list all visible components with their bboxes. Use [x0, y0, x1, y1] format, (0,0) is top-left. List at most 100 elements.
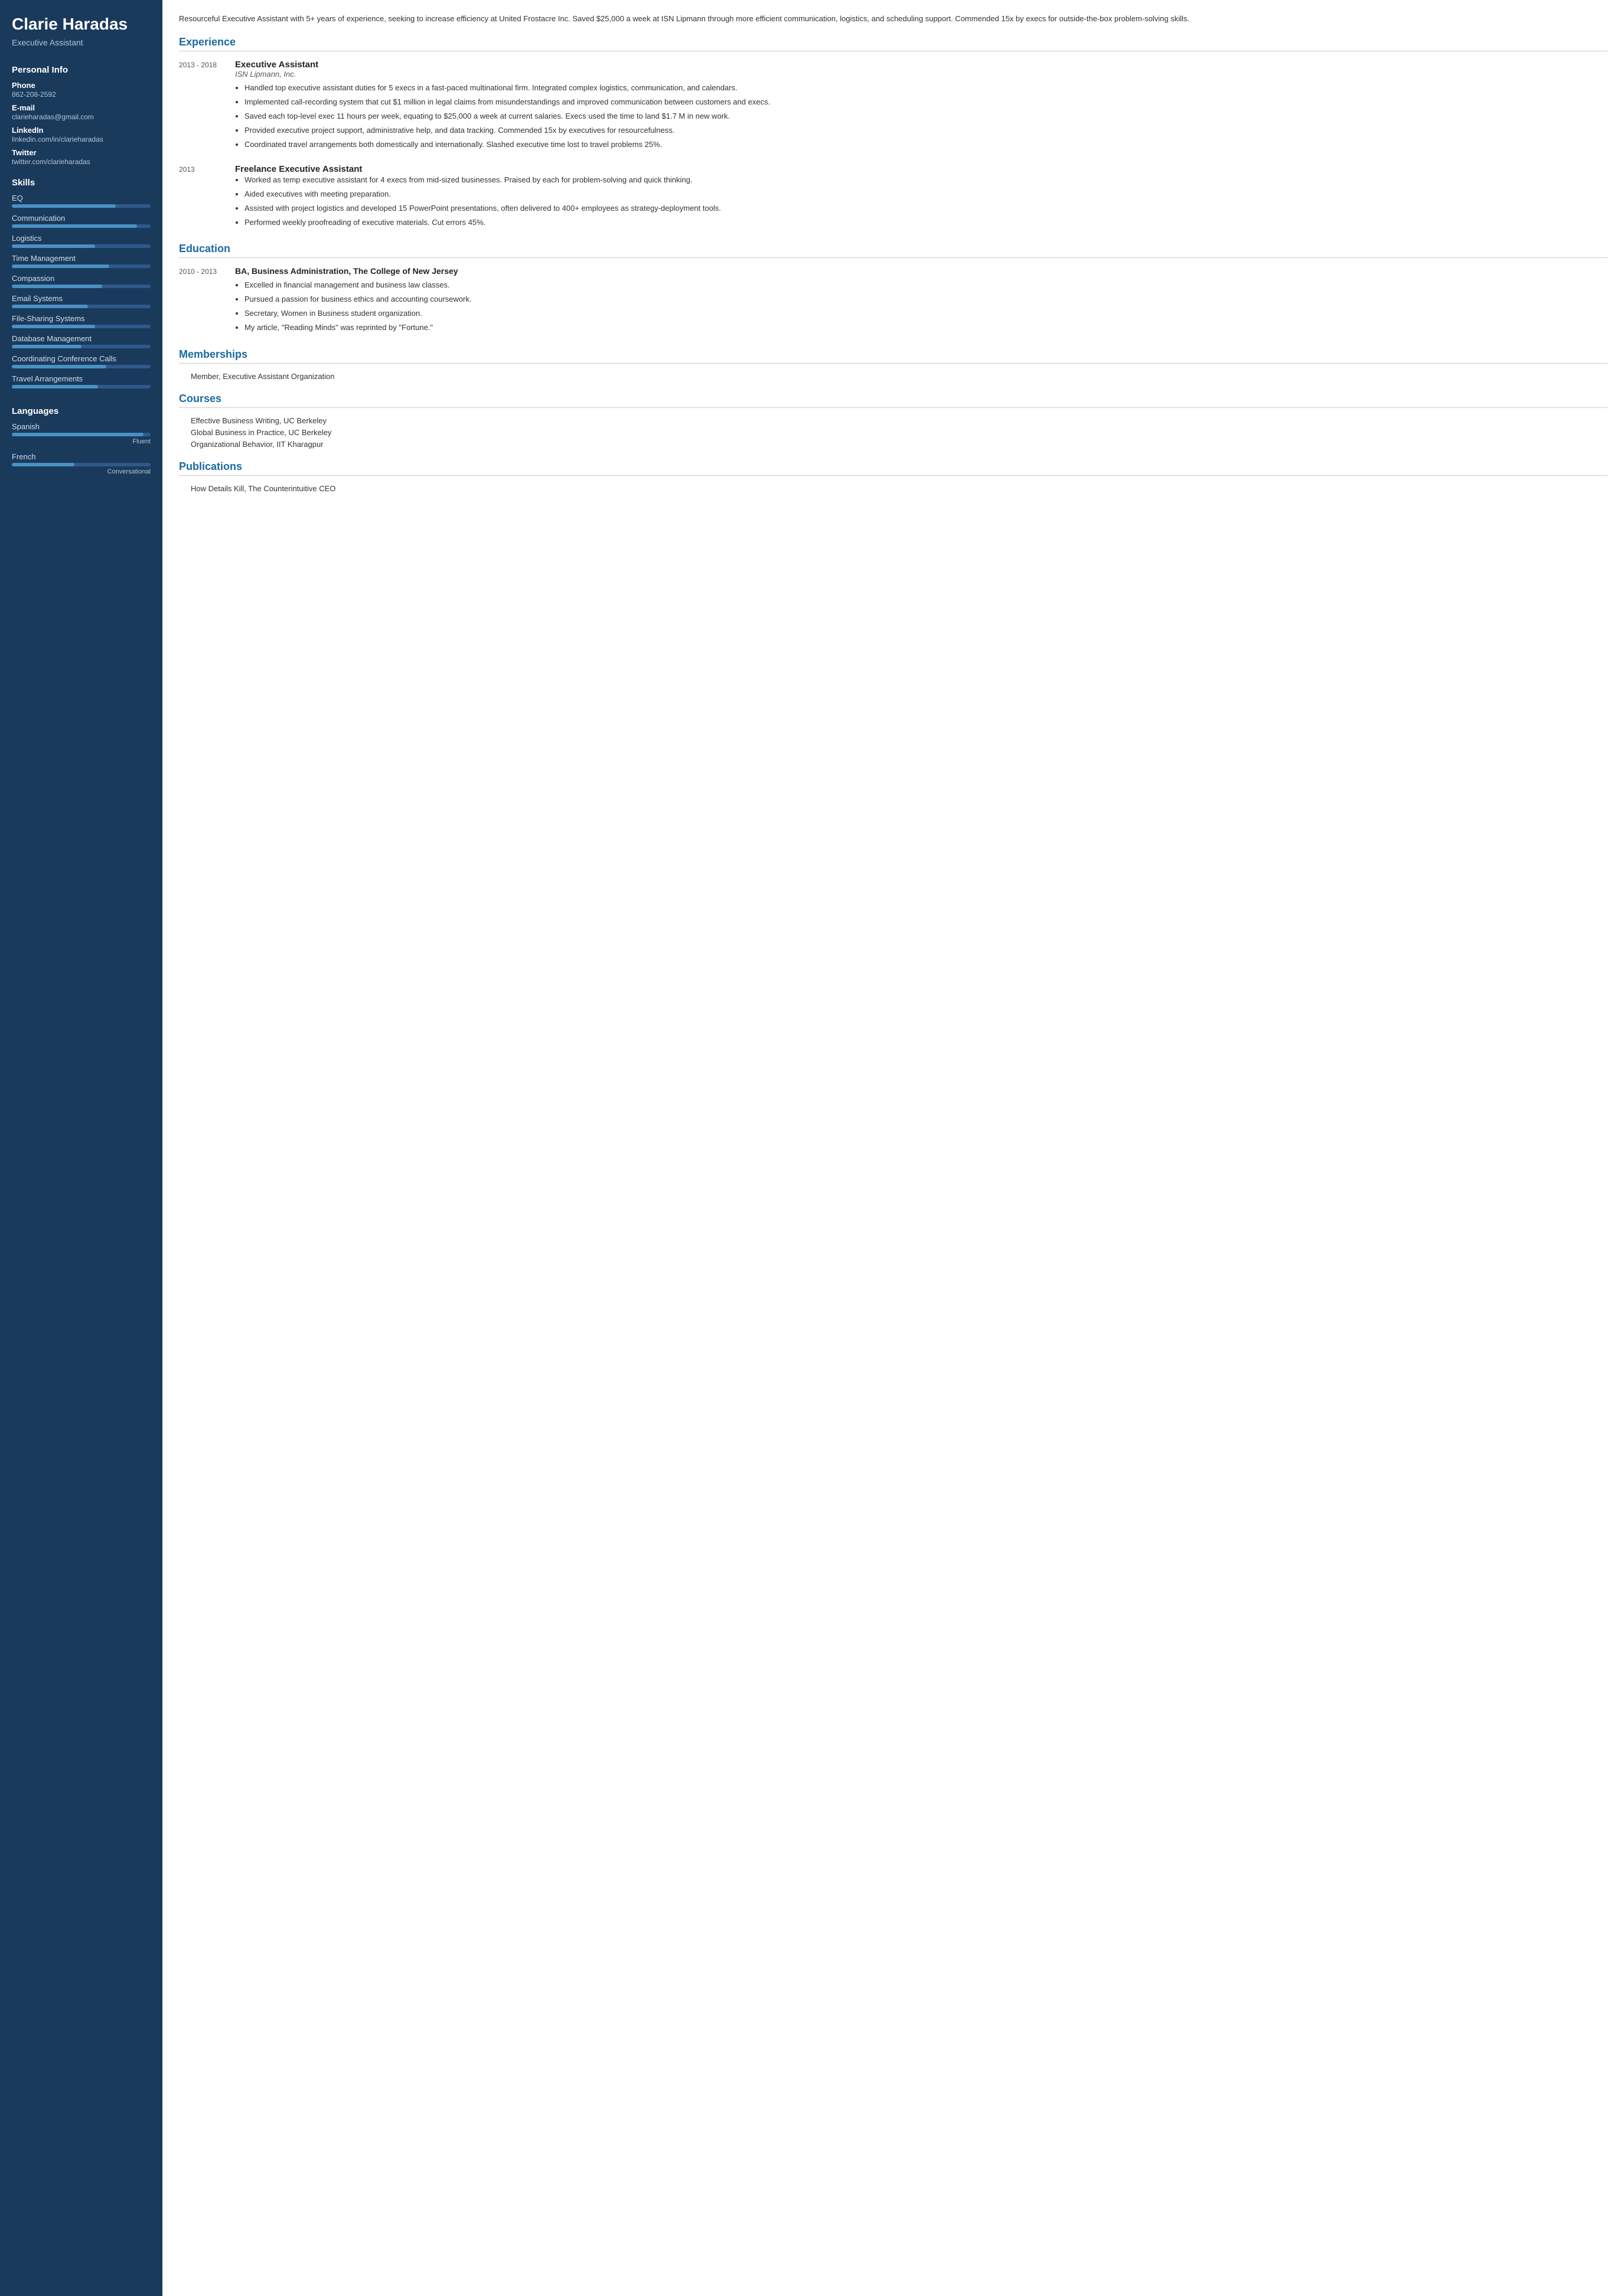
courses-list: Effective Business Writing, UC Berkeley G…	[179, 416, 1607, 449]
skill-bar-fill	[12, 325, 95, 328]
experience-dates: 2013 - 2018	[179, 60, 223, 153]
skill-item: Email Systems	[12, 294, 151, 308]
skill-name: EQ	[12, 194, 151, 203]
skill-bar-fill	[12, 264, 109, 268]
skill-bar-bg	[12, 365, 151, 368]
education-bullet: Excelled in financial management and bus…	[244, 279, 1607, 291]
skill-bar-fill	[12, 365, 106, 368]
skill-name: Travel Arrangements	[12, 374, 151, 383]
education-dates: 2010 - 2013	[179, 266, 223, 337]
skill-bar-bg	[12, 224, 151, 228]
course-item: Effective Business Writing, UC Berkeley	[179, 416, 1607, 425]
languages-section: Languages Spanish Fluent French Conversa…	[0, 398, 162, 486]
experience-entry: 2013 Freelance Executive Assistant Worke…	[179, 164, 1607, 231]
memberships-section: Memberships Member, Executive Assistant …	[179, 348, 1607, 381]
publications-section: Publications How Details Kill, The Count…	[179, 460, 1607, 493]
experience-bullets: Worked as temp executive assistant for 4…	[235, 174, 1607, 229]
skill-bar-bg	[12, 325, 151, 328]
experience-bullet: Performed weekly proofreading of executi…	[244, 217, 1607, 228]
memberships-list: Member, Executive Assistant Organization	[179, 372, 1607, 381]
education-section: Education 2010 - 2013 BA, Business Admin…	[179, 243, 1607, 337]
experience-body: Freelance Executive Assistant Worked as …	[235, 164, 1607, 231]
experience-bullet: Coordinated travel arrangements both dom…	[244, 139, 1607, 151]
experience-bullet: Saved each top-level exec 11 hours per w…	[244, 110, 1607, 122]
candidate-title: Executive Assistant	[12, 38, 151, 47]
sidebar-header: Clarie Haradas Executive Assistant	[0, 0, 162, 57]
languages-title: Languages	[12, 406, 151, 416]
skill-bar-fill	[12, 345, 81, 348]
publications-title: Publications	[179, 460, 1607, 476]
languages-list: Spanish Fluent French Conversational	[12, 422, 151, 475]
phone-label: Phone	[12, 81, 151, 90]
experience-section: Experience 2013 - 2018 Executive Assista…	[179, 36, 1607, 231]
skill-item: Logistics	[12, 234, 151, 248]
education-body: BA, Business Administration, The College…	[235, 266, 1607, 337]
skill-item: EQ	[12, 194, 151, 208]
publication-item: How Details Kill, The Counterintuitive C…	[179, 484, 1607, 493]
language-item: French Conversational	[12, 452, 151, 475]
education-bullets: Excelled in financial management and bus…	[235, 279, 1607, 334]
skill-name: Database Management	[12, 334, 151, 343]
skill-name: File-Sharing Systems	[12, 314, 151, 323]
experience-bullet: Worked as temp executive assistant for 4…	[244, 174, 1607, 186]
skill-bar-fill	[12, 204, 116, 208]
education-bullet: Pursued a passion for business ethics an…	[244, 293, 1607, 305]
education-title-text: BA, Business Administration, The College…	[235, 266, 1607, 276]
language-bar-fill	[12, 433, 144, 436]
personal-info-title: Personal Info	[12, 65, 151, 75]
language-bar-bg	[12, 433, 151, 436]
skill-item: Travel Arrangements	[12, 374, 151, 388]
experience-bullet: Handled top executive assistant duties f…	[244, 82, 1607, 94]
education-title: Education	[179, 243, 1607, 258]
experience-list: 2013 - 2018 Executive Assistant ISN Lipm…	[179, 60, 1607, 231]
linkedin-label: LinkedIn	[12, 126, 151, 135]
language-level: Conversational	[12, 468, 151, 475]
experience-company: ISN Lipmann, Inc.	[235, 70, 1607, 79]
language-bar-fill	[12, 463, 74, 466]
language-item: Spanish Fluent	[12, 422, 151, 445]
phone-value: 862-208-2592	[12, 90, 151, 99]
experience-title-text: Freelance Executive Assistant	[235, 164, 1607, 174]
skill-item: Compassion	[12, 274, 151, 288]
language-level: Fluent	[12, 438, 151, 445]
experience-bullet: Assisted with project logistics and deve…	[244, 203, 1607, 214]
skill-bar-bg	[12, 244, 151, 248]
skills-title: Skills	[12, 178, 151, 188]
memberships-title: Memberships	[179, 348, 1607, 364]
skill-name: Coordinating Conference Calls	[12, 354, 151, 363]
skill-name: Time Management	[12, 254, 151, 263]
personal-info-section: Personal Info Phone 862-208-2592 E-mail …	[0, 57, 162, 169]
skill-bar-bg	[12, 204, 151, 208]
language-name: Spanish	[12, 422, 151, 431]
courses-title: Courses	[179, 393, 1607, 408]
course-item: Global Business in Practice, UC Berkeley	[179, 428, 1607, 437]
experience-title-text: Executive Assistant	[235, 60, 1607, 70]
candidate-name: Clarie Haradas	[12, 14, 151, 34]
skill-bar-bg	[12, 285, 151, 288]
skill-bar-fill	[12, 224, 137, 228]
membership-item: Member, Executive Assistant Organization	[179, 372, 1607, 381]
summary: Resourceful Executive Assistant with 5+ …	[179, 13, 1607, 25]
skill-item: Communication	[12, 214, 151, 228]
skill-name: Compassion	[12, 274, 151, 283]
education-bullet: My article, "Reading Minds" was reprinte…	[244, 322, 1607, 334]
skill-item: Coordinating Conference Calls	[12, 354, 151, 368]
language-name: French	[12, 452, 151, 461]
twitter-value: twitter.com/clarieharadas	[12, 158, 151, 166]
course-item: Organizational Behavior, IIT Kharagpur	[179, 440, 1607, 449]
skill-name: Logistics	[12, 234, 151, 243]
twitter-label: Twitter	[12, 148, 151, 157]
experience-dates: 2013	[179, 164, 223, 231]
experience-bullets: Handled top executive assistant duties f…	[235, 82, 1607, 151]
linkedin-value: linkedin.com/in/clarieharadas	[12, 135, 151, 143]
skill-name: Email Systems	[12, 294, 151, 303]
email-label: E-mail	[12, 103, 151, 112]
language-bar-bg	[12, 463, 151, 466]
email-value: clarieharadas@gmail.com	[12, 113, 151, 121]
skill-bar-bg	[12, 385, 151, 388]
skill-bar-fill	[12, 244, 95, 248]
courses-section: Courses Effective Business Writing, UC B…	[179, 393, 1607, 449]
experience-title: Experience	[179, 36, 1607, 51]
skill-bar-bg	[12, 264, 151, 268]
education-entry: 2010 - 2013 BA, Business Administration,…	[179, 266, 1607, 337]
